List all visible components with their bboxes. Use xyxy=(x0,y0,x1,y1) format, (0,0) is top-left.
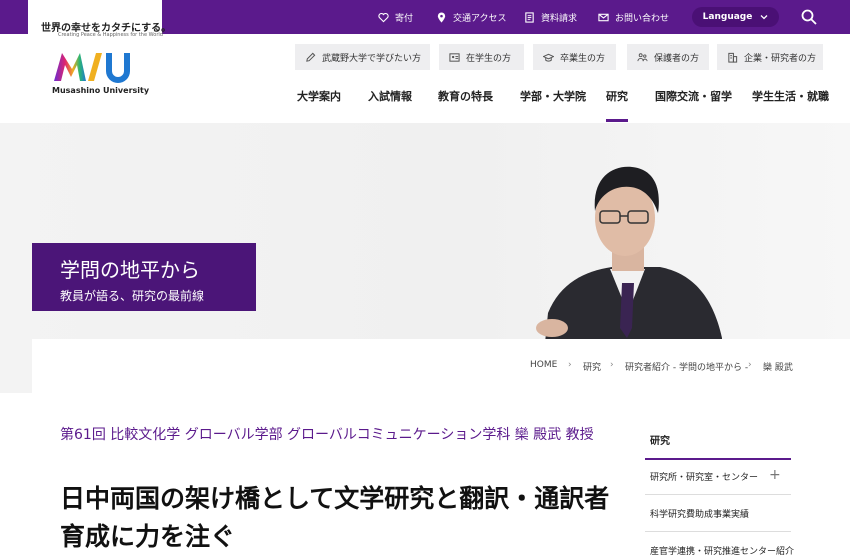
breadcrumb-home[interactable]: HOME xyxy=(530,360,557,370)
audience-prospective-button[interactable]: 武蔵野大学で学びたい方 xyxy=(295,44,430,70)
sidebar-item-institutes[interactable]: 研究所・研究室・センター xyxy=(650,470,758,483)
search-icon[interactable] xyxy=(801,9,817,25)
tagline-box: 世界の幸せをカタチにする。 Creating Peace & Happiness… xyxy=(28,0,171,52)
nav-international[interactable]: 国際交流・留学 xyxy=(655,88,732,104)
audience-label: 在学生の方 xyxy=(466,53,512,64)
building-icon xyxy=(728,52,738,63)
chevron-down-icon xyxy=(760,15,768,20)
mail-icon xyxy=(598,13,609,21)
language-select[interactable]: Language xyxy=(692,7,779,27)
student-card-icon xyxy=(449,52,460,62)
hero-title: 学問の地平から xyxy=(60,258,200,282)
document-icon xyxy=(525,11,534,23)
documents-link[interactable]: 資料請求 xyxy=(524,0,577,34)
contact-label: お問い合わせ xyxy=(615,13,670,24)
nav-about[interactable]: 大学案内 xyxy=(297,88,341,104)
article-headline: 日中両国の架け橋として文学研究と翻訳・通訳者育成に力を注ぐ xyxy=(60,484,610,551)
hero-subtitle: 教員が語る、研究の最前線 xyxy=(60,289,205,303)
heart-icon xyxy=(378,12,389,22)
access-link[interactable]: 交通アクセス xyxy=(436,0,507,34)
pencil-icon xyxy=(306,52,316,62)
parents-icon xyxy=(637,52,648,61)
sidebar-divider xyxy=(645,531,791,532)
graduation-cap-icon xyxy=(543,53,554,62)
language-label: Language xyxy=(702,12,753,22)
tagline-english: Creating Peace & Happiness for the World xyxy=(58,32,163,38)
audience-parents-button[interactable]: 保護者の方 xyxy=(627,44,709,70)
nav-education[interactable]: 教育の特長 xyxy=(438,88,493,104)
audience-business-button[interactable]: 企業・研究者の方 xyxy=(717,44,823,70)
breadcrumb-research[interactable]: 研究 xyxy=(583,360,601,373)
plus-icon[interactable]: + xyxy=(769,467,781,483)
audience-current-students-button[interactable]: 在学生の方 xyxy=(439,44,524,70)
breadcrumb-separator: › xyxy=(610,360,614,370)
nav-active-indicator xyxy=(606,119,628,122)
article-kicker: 第61回 比較文化学 グローバル学部 グローバルコミュニケーション学科 欒 殿武… xyxy=(60,427,594,443)
audience-label: 武蔵野大学で学びたい方 xyxy=(322,53,422,64)
breadcrumb-separator: › xyxy=(568,360,572,370)
nav-faculties[interactable]: 学部・大学院 xyxy=(520,88,586,104)
nav-admissions[interactable]: 入試情報 xyxy=(368,88,412,104)
nav-student-life[interactable]: 学生生活・就職 xyxy=(752,88,829,104)
donate-label: 寄付 xyxy=(395,13,414,24)
hero-title-box: 学問の地平から 教員が語る、研究の最前線 xyxy=(32,243,256,311)
map-pin-icon xyxy=(437,11,446,23)
sidebar-item-grants[interactable]: 科学研究費助成事業実績 xyxy=(650,507,749,520)
sidebar-item-industry-center[interactable]: 産官学連携・研究推進センター紹介 xyxy=(650,544,794,557)
contact-link[interactable]: お問い合わせ xyxy=(598,0,669,34)
sidebar-divider xyxy=(645,494,791,495)
access-label: 交通アクセス xyxy=(453,13,507,24)
audience-label: 企業・研究者の方 xyxy=(744,53,817,64)
breadcrumb-current: 欒 殿武 xyxy=(763,363,793,373)
university-name: Musashino University xyxy=(52,86,150,95)
sidebar-heading[interactable]: 研究 xyxy=(650,432,670,447)
audience-label: 保護者の方 xyxy=(654,53,700,64)
nav-research[interactable]: 研究 xyxy=(606,88,628,104)
sidebar-heading-underline xyxy=(645,458,791,460)
documents-label: 資料請求 xyxy=(541,13,578,24)
breadcrumb-separator: › xyxy=(748,360,752,370)
breadcrumb-researchers[interactable]: 研究者紹介 - 学問の地平から - xyxy=(625,360,748,373)
donate-link[interactable]: 寄付 xyxy=(378,0,413,34)
audience-label: 卒業生の方 xyxy=(560,53,606,64)
audience-alumni-button[interactable]: 卒業生の方 xyxy=(533,44,616,70)
